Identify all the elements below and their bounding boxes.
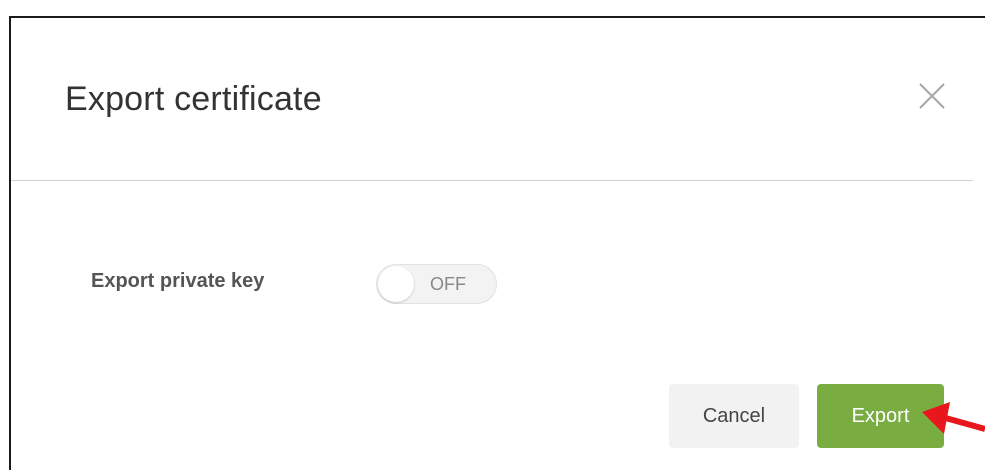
export-private-key-label: Export private key — [91, 270, 265, 292]
screenshot-frame: Export certificate Export private key OF… — [0, 0, 985, 470]
cancel-button[interactable]: Cancel — [669, 384, 799, 448]
close-icon[interactable] — [912, 76, 952, 116]
dialog-title: Export certificate — [65, 80, 322, 118]
export-private-key-toggle[interactable]: OFF — [376, 264, 497, 304]
red-arrow-pointer-icon — [920, 398, 985, 440]
toggle-state-text: OFF — [430, 274, 466, 294]
header-divider — [11, 180, 973, 181]
export-certificate-dialog: Export certificate Export private key OF… — [11, 18, 973, 470]
toggle-knob — [378, 266, 414, 302]
